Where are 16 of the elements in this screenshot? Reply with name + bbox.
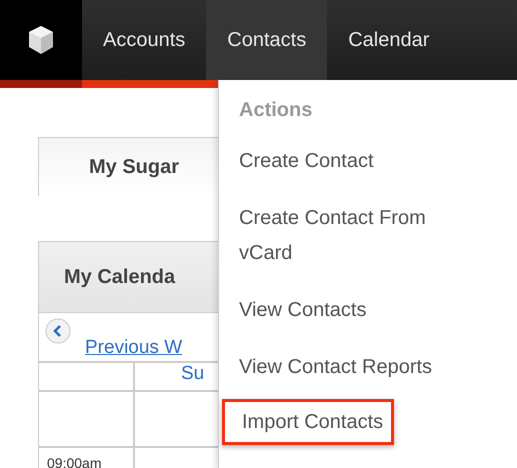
nav-tab[interactable]: Accounts	[82, 0, 206, 80]
cube-icon	[28, 25, 54, 55]
previous-week-link[interactable]: Previous W	[85, 337, 182, 359]
menu-item[interactable]: Create Contact From vCard	[219, 191, 489, 283]
menu-item[interactable]: View Contact Reports	[219, 340, 452, 397]
dashboard-tab[interactable]: My Sugar	[38, 137, 220, 196]
time-label: 09:00am	[46, 455, 102, 468]
menu-item[interactable]: Import Contacts	[222, 399, 394, 445]
menu-item[interactable]: Create Contact	[219, 134, 394, 191]
menu-heading: Actions	[238, 98, 312, 123]
nav-tab[interactable]: Contacts	[206, 0, 328, 80]
logo-area[interactable]	[0, 0, 82, 80]
panel-title: My Calenda	[64, 266, 176, 288]
menu-item[interactable]: View Contacts	[219, 283, 386, 340]
day-header: Su	[181, 363, 204, 384]
nav-tab[interactable]: Calendar	[327, 0, 450, 80]
